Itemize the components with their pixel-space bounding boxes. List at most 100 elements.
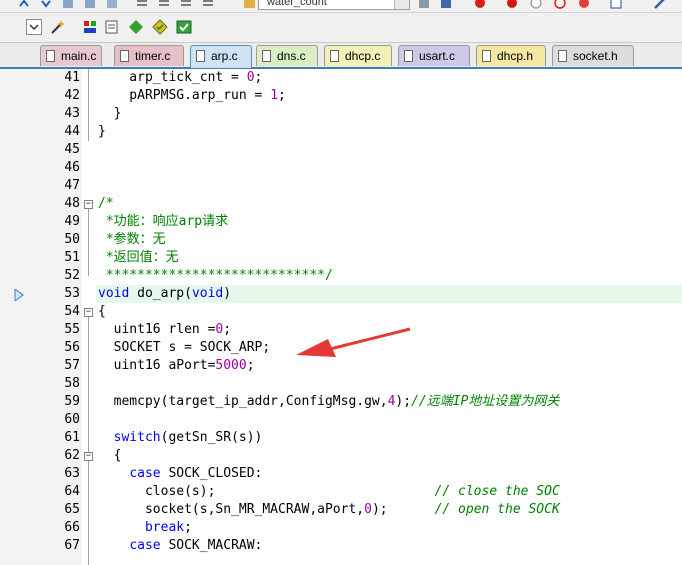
line-number: 55 bbox=[64, 322, 80, 337]
uncomment-icon[interactable] bbox=[198, 0, 218, 12]
line-number: 57 bbox=[64, 358, 80, 373]
run-time-environment-icon[interactable] bbox=[174, 17, 194, 37]
magic-wand-icon[interactable] bbox=[48, 17, 68, 37]
code-text: *功能：响应arp请求 bbox=[98, 214, 229, 229]
configure-icon[interactable] bbox=[414, 0, 434, 12]
tab-dhcp-c[interactable]: dhcp.c bbox=[324, 45, 392, 66]
code-text: case SOCK_CLOSED: bbox=[129, 466, 263, 481]
code-text: /* bbox=[98, 196, 114, 211]
breakpoint-icon[interactable] bbox=[502, 0, 522, 12]
code-line-46: 46 bbox=[0, 159, 682, 177]
code-line-65: 65 socket(s,Sn_MR_MACRAW,aPort,0); // op… bbox=[0, 501, 682, 519]
tab-dhcp-h[interactable]: dhcp.h bbox=[476, 45, 546, 66]
breakpoint-kill-icon[interactable] bbox=[574, 0, 594, 12]
tab-dns-c[interactable]: dns.c bbox=[256, 45, 318, 66]
code-line-51: 51 *返回值：无 bbox=[0, 249, 682, 267]
code-line-47: 47 bbox=[0, 177, 682, 195]
line-number: 67 bbox=[64, 538, 80, 553]
code-text: *返回值：无 bbox=[98, 250, 179, 265]
line-number: 51 bbox=[64, 250, 80, 265]
c-file-icon bbox=[330, 50, 339, 62]
outdent-icon[interactable] bbox=[154, 0, 174, 12]
line-number: 45 bbox=[64, 142, 80, 157]
code-line-41: 41 arp_tick_cnt = 0; bbox=[0, 69, 682, 87]
window-layout-icon[interactable] bbox=[606, 0, 626, 12]
code-line-44: 44 } bbox=[0, 123, 682, 141]
c-file-icon bbox=[262, 50, 271, 62]
h-file-icon bbox=[558, 50, 567, 62]
tab-main-c[interactable]: main.c bbox=[40, 45, 102, 66]
breakpoint-disable-icon[interactable] bbox=[526, 0, 546, 12]
code-text: break; bbox=[144, 520, 192, 535]
line-number: 48 bbox=[64, 196, 80, 211]
c-file-icon bbox=[196, 50, 205, 62]
c-file-icon bbox=[46, 50, 55, 62]
target-dropdown-value: water_count bbox=[267, 0, 327, 8]
tab-label: dhcp.c bbox=[345, 49, 381, 63]
line-number: 49 bbox=[64, 214, 80, 229]
code-text: uint16 aPort=5000; bbox=[98, 358, 255, 373]
file-extensions-icon[interactable] bbox=[102, 17, 122, 37]
code-text: pARPMSG.arp_run = 1; bbox=[98, 88, 286, 103]
main-toolbar: water_count bbox=[0, 0, 682, 13]
code-text: switch(getSn_SR(s)) bbox=[113, 430, 263, 445]
line-number: 56 bbox=[64, 340, 80, 355]
code-line-62: 62 { bbox=[0, 447, 682, 465]
code-line-67: 67 case SOCK_MACRAW: bbox=[0, 537, 682, 555]
h-file-icon bbox=[482, 50, 491, 62]
line-number: 61 bbox=[64, 430, 80, 445]
code-editor[interactable]: − − − 41 arp_tick_cnt = 0; 42 pARPMSG.ar… bbox=[0, 69, 682, 565]
download-icon[interactable] bbox=[436, 0, 456, 12]
breakpoint-clear-icon[interactable] bbox=[550, 0, 570, 12]
target-dropdown[interactable]: water_count bbox=[258, 0, 410, 10]
toolbar-dropdown[interactable] bbox=[26, 19, 42, 35]
line-number: 42 bbox=[64, 88, 80, 103]
code-text: arp_tick_cnt = 0; bbox=[98, 70, 263, 85]
code-line-48: 48 /* bbox=[0, 195, 682, 213]
line-number: 46 bbox=[64, 160, 80, 175]
nav-forward-icon[interactable] bbox=[80, 0, 100, 12]
code-line-60: 60 bbox=[0, 411, 682, 429]
code-line-49: 49 *功能：响应arp请求 bbox=[0, 213, 682, 231]
code-text: } bbox=[98, 106, 122, 121]
tab-label: dhcp.h bbox=[497, 49, 534, 63]
nav-back-icon[interactable] bbox=[58, 0, 78, 12]
code-line-45: 45 bbox=[0, 141, 682, 159]
code-line-63: 63 case SOCK_CLOSED: bbox=[0, 465, 682, 483]
c-file-icon bbox=[404, 50, 413, 62]
select-packs-icon[interactable] bbox=[126, 17, 146, 37]
code-line-53: 53 void do_arp(void) bbox=[0, 285, 682, 303]
undo-icon[interactable] bbox=[14, 0, 34, 12]
tab-label: main.c bbox=[61, 49, 97, 63]
code-text: case SOCK_MACRAW: bbox=[129, 538, 263, 553]
tab-socket-h[interactable]: socket.h bbox=[552, 45, 634, 66]
line-number: 64 bbox=[64, 484, 80, 499]
settings-icon[interactable] bbox=[650, 0, 670, 12]
code-line-61: 61 switch(getSn_SR(s)) bbox=[0, 429, 682, 447]
line-number: 54 bbox=[64, 304, 80, 319]
code-text: uint16 rlen =0; bbox=[98, 322, 232, 337]
indent-icon[interactable] bbox=[132, 0, 152, 12]
code-text: socket(s,Sn_MR_MACRAW,aPort,0); // open … bbox=[98, 502, 560, 517]
code-line-59: 59 memcpy(target_ip_addr,ConfigMsg.gw,4)… bbox=[0, 393, 682, 411]
build-toolbar bbox=[0, 13, 682, 43]
manage-project-icon[interactable] bbox=[80, 17, 100, 37]
tab-usart-c[interactable]: usart.c bbox=[398, 45, 470, 66]
redo-icon[interactable] bbox=[36, 0, 56, 12]
find-in-files-icon[interactable] bbox=[240, 0, 260, 12]
bookmark-icon[interactable] bbox=[102, 0, 122, 12]
line-number: 47 bbox=[64, 178, 80, 193]
code-line-54: 54 { bbox=[0, 303, 682, 321]
tab-timer-c[interactable]: timer.c bbox=[114, 45, 184, 66]
tab-label: dns.c bbox=[277, 49, 306, 63]
line-number: 66 bbox=[64, 520, 80, 535]
pack-installer-icon[interactable] bbox=[150, 17, 170, 37]
line-number: 53 bbox=[64, 286, 80, 301]
line-number: 41 bbox=[64, 70, 80, 85]
debug-icon[interactable] bbox=[470, 0, 490, 12]
tab-label: arp.c bbox=[211, 49, 238, 63]
line-number: 63 bbox=[64, 466, 80, 481]
comment-icon[interactable] bbox=[176, 0, 196, 12]
code-text: close(s); // close the SOC bbox=[98, 484, 560, 499]
tab-arp-c[interactable]: arp.c bbox=[190, 45, 252, 68]
